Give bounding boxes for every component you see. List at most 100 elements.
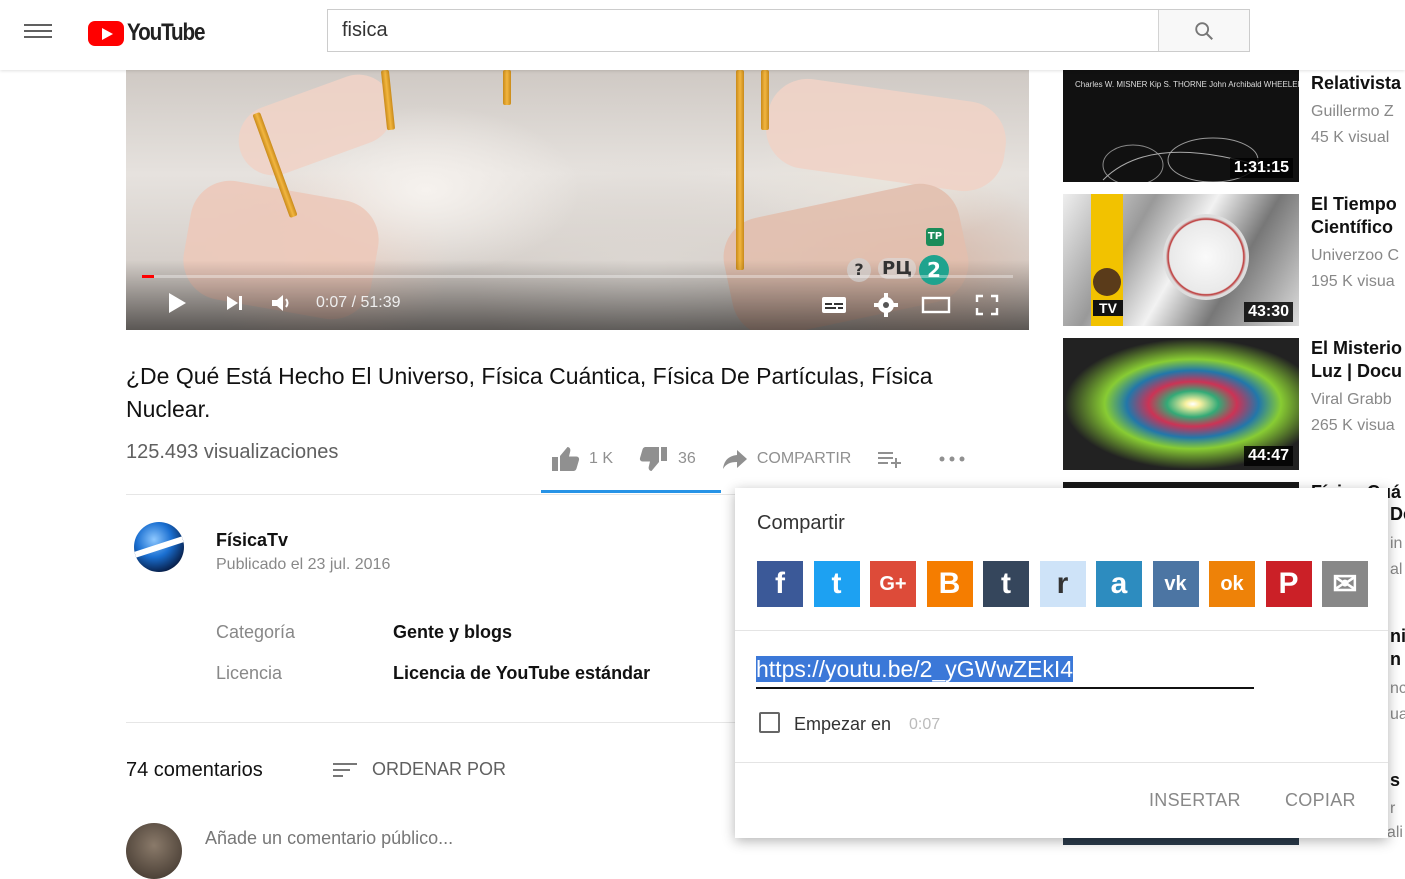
settings-gear-icon[interactable] — [874, 293, 898, 317]
google-plus-share-button[interactable]: G+ — [870, 561, 916, 607]
share-dialog-title: Compartir — [757, 512, 845, 534]
tv-label: TV — [1093, 300, 1123, 316]
channel-number-badge: 2 — [919, 255, 949, 285]
category-value[interactable]: Gente y blogs — [393, 622, 512, 643]
thumbnail-caption: Charles W. MISNER Kip S. THORNE John Arc… — [1075, 80, 1299, 89]
tumblr-share-button[interactable]: t — [983, 561, 1029, 607]
menu-icon[interactable] — [24, 20, 52, 44]
twitter-share-button[interactable]: t — [813, 561, 860, 607]
dislike-count: 36 — [678, 450, 696, 467]
start-at-time[interactable]: 0:07 — [909, 716, 940, 734]
email-share-button[interactable]: ✉ — [1322, 561, 1368, 607]
url-underline — [756, 687, 1254, 689]
thumbs-up-icon — [552, 447, 580, 471]
add-comment-input[interactable]: Añade un comentario público... — [205, 828, 453, 849]
vk-share-button[interactable]: vk — [1152, 561, 1199, 607]
share-arrow-icon — [722, 450, 747, 469]
progress-bar[interactable] — [142, 275, 1013, 278]
search-input[interactable] — [328, 10, 1158, 51]
video-duration: 43:30 — [1244, 302, 1293, 322]
play-icon[interactable] — [166, 292, 188, 314]
reddit-icon: r — [1056, 567, 1069, 600]
related-views: ua — [1390, 706, 1405, 723]
related-title[interactable]: Relativista — [1311, 72, 1401, 95]
youtube-logo[interactable]: YouTube — [88, 19, 217, 47]
related-title-line2[interactable]: De — [1390, 503, 1405, 526]
related-title[interactable]: s — [1390, 769, 1400, 792]
related-thumbnail[interactable]: 44:47 — [1063, 338, 1299, 470]
add-to-playlist-button[interactable] — [877, 449, 912, 469]
theater-mode-icon[interactable] — [921, 296, 951, 314]
share-label: COMPARTIR — [756, 450, 852, 467]
embed-button[interactable]: INSERTAR — [1149, 790, 1241, 811]
blogger-icon: B — [938, 567, 961, 600]
search-icon — [1195, 21, 1213, 40]
video-duration: 44:47 — [1244, 446, 1293, 466]
related-title-line2[interactable]: Científico — [1311, 216, 1393, 239]
like-button[interactable]: 1 K — [550, 447, 613, 471]
related-title-line2[interactable]: n — [1390, 648, 1401, 671]
more-actions-button[interactable] — [938, 455, 975, 463]
related-thumbnail[interactable]: Charles W. MISNER Kip S. THORNE John Arc… — [1063, 70, 1299, 182]
hand-image — [228, 70, 404, 186]
thumbs-down-icon — [639, 447, 668, 471]
next-icon[interactable] — [224, 292, 246, 314]
clock-image — [1163, 214, 1249, 300]
pinterest-share-button[interactable]: P — [1265, 561, 1312, 607]
related-thumbnail[interactable]: TV 43:30 — [1063, 194, 1299, 326]
related-channel: Univerzoo C — [1311, 247, 1400, 264]
share-url-field[interactable]: https://youtu.be/2_yGWwZEkI4 — [756, 656, 1074, 683]
subtitles-icon[interactable] — [821, 295, 847, 315]
time-display: 0:07 / 51:39 — [316, 294, 401, 311]
tp-badge: TP — [926, 228, 944, 246]
facebook-share-button[interactable]: f — [757, 561, 803, 607]
related-title[interactable]: El Misterio — [1311, 337, 1402, 360]
email-icon: ✉ — [1332, 567, 1358, 601]
fullscreen-icon[interactable] — [975, 294, 999, 316]
twitter-icon: t — [831, 567, 842, 600]
ameba-share-button[interactable]: a — [1096, 561, 1142, 607]
pinterest-icon: P — [1278, 567, 1299, 600]
blogger-share-button[interactable]: B — [926, 561, 973, 607]
user-avatar — [126, 823, 182, 879]
channel-logo-icon — [1093, 268, 1121, 296]
dislike-button[interactable]: 36 — [639, 447, 696, 471]
pencil-image — [761, 70, 769, 130]
related-title[interactable]: El Tiempo — [1311, 193, 1397, 216]
start-at-label: Empezar en — [794, 714, 892, 734]
channel-name[interactable]: FísicaTv — [216, 530, 288, 551]
divider — [735, 762, 1388, 763]
related-channel: Guillermo Z — [1311, 103, 1394, 120]
odnoklassniki-share-button[interactable]: ok — [1209, 561, 1255, 607]
search-button[interactable] — [1158, 10, 1249, 51]
copy-button[interactable]: COPIAR — [1285, 790, 1356, 811]
related-channel: Viral Grabb — [1311, 391, 1392, 408]
related-views: al — [1390, 561, 1403, 578]
license-label: Licencia — [216, 663, 283, 683]
divider — [735, 630, 1388, 631]
masthead: YouTube — [0, 0, 1405, 70]
share-button[interactable]: COMPARTIR — [722, 448, 852, 470]
progress-fill — [142, 275, 155, 278]
video-actions: 1 K 36 COMPARTIR — [550, 444, 1001, 474]
play-logo-icon — [88, 20, 124, 46]
reddit-share-button[interactable]: r — [1039, 561, 1086, 607]
related-views: 265 K visua — [1311, 417, 1395, 434]
channel-avatar[interactable] — [134, 522, 184, 572]
license-value: Licencia de YouTube estándar — [393, 663, 651, 683]
vk-icon: vk — [1164, 572, 1187, 595]
view-count: 125.493 visualizaciones — [126, 441, 339, 463]
video-title: ¿De Qué Está Hecho El Universo, Física C… — [126, 363, 933, 422]
category-label: Categoría — [216, 622, 296, 642]
related-title[interactable]: ni — [1390, 625, 1405, 648]
sort-label: ORDENAR POR — [372, 759, 507, 779]
sort-by-button[interactable]: ORDENAR POR — [332, 759, 506, 780]
related-views: 195 K visua — [1311, 273, 1395, 290]
video-player[interactable]: TP РЦ ? 2 0:07 / 51:39 — [126, 70, 1029, 330]
sort-icon — [333, 762, 357, 777]
start-at-checkbox[interactable] — [759, 712, 780, 733]
comment-count: 74 comentarios — [126, 759, 263, 781]
volume-icon[interactable] — [270, 292, 292, 314]
share-url[interactable]: https://youtu.be/2_yGWwZEkI4 — [756, 656, 1074, 682]
related-title-line2[interactable]: Luz | Docu — [1311, 360, 1402, 383]
